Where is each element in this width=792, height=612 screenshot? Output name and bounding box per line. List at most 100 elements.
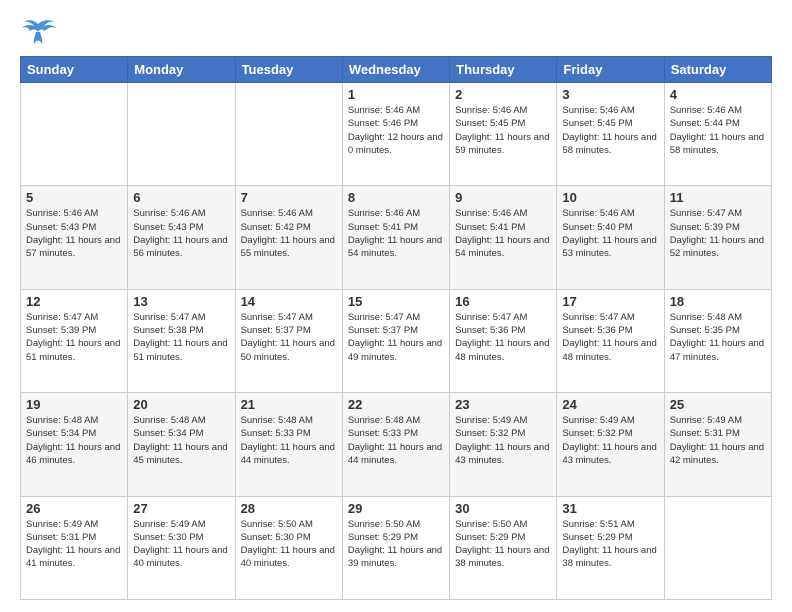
day-info: Sunrise: 5:49 AM Sunset: 5:32 PM Dayligh…	[455, 414, 551, 467]
day-number: 7	[241, 190, 337, 205]
day-number: 23	[455, 397, 551, 412]
day-number: 2	[455, 87, 551, 102]
calendar-week-3: 19 Sunrise: 5:48 AM Sunset: 5:34 PM Dayli…	[21, 393, 772, 496]
day-info: Sunrise: 5:49 AM Sunset: 5:31 PM Dayligh…	[670, 414, 766, 467]
day-info: Sunrise: 5:50 AM Sunset: 5:29 PM Dayligh…	[455, 518, 551, 571]
day-info: Sunrise: 5:48 AM Sunset: 5:33 PM Dayligh…	[348, 414, 444, 467]
day-number: 6	[133, 190, 229, 205]
day-info: Sunrise: 5:48 AM Sunset: 5:34 PM Dayligh…	[133, 414, 229, 467]
calendar-week-1: 5Sunrise: 5:46 AM Sunset: 5:43 PM Daylig…	[21, 186, 772, 289]
day-info: Sunrise: 5:46 AM Sunset: 5:46 PM Dayligh…	[348, 104, 444, 157]
day-number: 9	[455, 190, 551, 205]
calendar-cell: 1 Sunrise: 5:46 AM Sunset: 5:46 PM Daylig…	[342, 83, 449, 186]
calendar-cell: 5Sunrise: 5:46 AM Sunset: 5:43 PM Daylig…	[21, 186, 128, 289]
day-info: Sunrise: 5:48 AM Sunset: 5:33 PM Dayligh…	[241, 414, 337, 467]
day-number: 30	[455, 501, 551, 516]
day-info: Sunrise: 5:47 AM Sunset: 5:38 PM Dayligh…	[133, 311, 229, 364]
calendar-cell	[235, 83, 342, 186]
day-info: Sunrise: 5:47 AM Sunset: 5:39 PM Dayligh…	[670, 207, 766, 260]
day-info: Sunrise: 5:46 AM Sunset: 5:41 PM Dayligh…	[348, 207, 444, 260]
calendar-cell: 28Sunrise: 5:50 AM Sunset: 5:30 PM Dayli…	[235, 496, 342, 599]
calendar-cell: 4 Sunrise: 5:46 AM Sunset: 5:44 PM Daylig…	[664, 83, 771, 186]
day-info: Sunrise: 5:46 AM Sunset: 5:42 PM Dayligh…	[241, 207, 337, 260]
day-number: 14	[241, 294, 337, 309]
calendar-cell: 3Sunrise: 5:46 AM Sunset: 5:45 PM Daylig…	[557, 83, 664, 186]
day-info: Sunrise: 5:46 AM Sunset: 5:45 PM Dayligh…	[455, 104, 551, 157]
day-info: Sunrise: 5:47 AM Sunset: 5:39 PM Dayligh…	[26, 311, 122, 364]
day-number: 27	[133, 501, 229, 516]
day-info: Sunrise: 5:46 AM Sunset: 5:41 PM Dayligh…	[455, 207, 551, 260]
day-number: 31	[562, 501, 658, 516]
day-info: Sunrise: 5:47 AM Sunset: 5:36 PM Dayligh…	[455, 311, 551, 364]
day-number: 28	[241, 501, 337, 516]
calendar-cell: 29Sunrise: 5:50 AM Sunset: 5:29 PM Dayli…	[342, 496, 449, 599]
day-number: 1	[348, 87, 444, 102]
weekday-header-thursday: Thursday	[450, 57, 557, 83]
calendar-page: SundayMondayTuesdayWednesdayThursdayFrid…	[0, 0, 792, 612]
day-number: 25	[670, 397, 766, 412]
calendar-cell	[664, 496, 771, 599]
day-number: 24	[562, 397, 658, 412]
weekday-header-sunday: Sunday	[21, 57, 128, 83]
day-info: Sunrise: 5:49 AM Sunset: 5:32 PM Dayligh…	[562, 414, 658, 467]
day-info: Sunrise: 5:49 AM Sunset: 5:30 PM Dayligh…	[133, 518, 229, 571]
day-number: 4	[670, 87, 766, 102]
calendar-table: SundayMondayTuesdayWednesdayThursdayFrid…	[20, 56, 772, 600]
calendar-cell: 6Sunrise: 5:46 AM Sunset: 5:43 PM Daylig…	[128, 186, 235, 289]
day-number: 19	[26, 397, 122, 412]
calendar-cell: 7 Sunrise: 5:46 AM Sunset: 5:42 PM Daylig…	[235, 186, 342, 289]
calendar-week-0: 1 Sunrise: 5:46 AM Sunset: 5:46 PM Daylig…	[21, 83, 772, 186]
calendar-week-2: 12 Sunrise: 5:47 AM Sunset: 5:39 PM Dayli…	[21, 289, 772, 392]
day-number: 5	[26, 190, 122, 205]
weekday-header-tuesday: Tuesday	[235, 57, 342, 83]
calendar-cell: 2 Sunrise: 5:46 AM Sunset: 5:45 PM Daylig…	[450, 83, 557, 186]
calendar-cell: 30 Sunrise: 5:50 AM Sunset: 5:29 PM Dayli…	[450, 496, 557, 599]
day-number: 20	[133, 397, 229, 412]
calendar-cell: 19 Sunrise: 5:48 AM Sunset: 5:34 PM Dayli…	[21, 393, 128, 496]
calendar-cell: 31Sunrise: 5:51 AM Sunset: 5:29 PM Dayli…	[557, 496, 664, 599]
calendar-cell: 18 Sunrise: 5:48 AM Sunset: 5:35 PM Dayli…	[664, 289, 771, 392]
calendar-cell	[128, 83, 235, 186]
calendar-cell: 22Sunrise: 5:48 AM Sunset: 5:33 PM Dayli…	[342, 393, 449, 496]
day-info: Sunrise: 5:48 AM Sunset: 5:35 PM Dayligh…	[670, 311, 766, 364]
calendar-cell: 13 Sunrise: 5:47 AM Sunset: 5:38 PM Dayli…	[128, 289, 235, 392]
day-number: 18	[670, 294, 766, 309]
day-number: 17	[562, 294, 658, 309]
day-number: 11	[670, 190, 766, 205]
calendar-cell: 16 Sunrise: 5:47 AM Sunset: 5:36 PM Dayli…	[450, 289, 557, 392]
header	[20, 16, 772, 46]
calendar-cell: 11 Sunrise: 5:47 AM Sunset: 5:39 PM Dayli…	[664, 186, 771, 289]
calendar-cell: 14Sunrise: 5:47 AM Sunset: 5:37 PM Dayli…	[235, 289, 342, 392]
weekday-header-friday: Friday	[557, 57, 664, 83]
calendar-cell: 21Sunrise: 5:48 AM Sunset: 5:33 PM Dayli…	[235, 393, 342, 496]
calendar-cell	[21, 83, 128, 186]
day-info: Sunrise: 5:46 AM Sunset: 5:40 PM Dayligh…	[562, 207, 658, 260]
day-info: Sunrise: 5:47 AM Sunset: 5:37 PM Dayligh…	[348, 311, 444, 364]
calendar-week-4: 26 Sunrise: 5:49 AM Sunset: 5:31 PM Dayli…	[21, 496, 772, 599]
calendar-cell: 23 Sunrise: 5:49 AM Sunset: 5:32 PM Dayli…	[450, 393, 557, 496]
day-number: 16	[455, 294, 551, 309]
day-number: 26	[26, 501, 122, 516]
calendar-cell: 27 Sunrise: 5:49 AM Sunset: 5:30 PM Dayli…	[128, 496, 235, 599]
calendar-cell: 26 Sunrise: 5:49 AM Sunset: 5:31 PM Dayli…	[21, 496, 128, 599]
day-number: 13	[133, 294, 229, 309]
day-number: 15	[348, 294, 444, 309]
calendar-cell: 12 Sunrise: 5:47 AM Sunset: 5:39 PM Dayli…	[21, 289, 128, 392]
day-number: 3	[562, 87, 658, 102]
logo	[20, 16, 60, 46]
weekday-header-monday: Monday	[128, 57, 235, 83]
day-info: Sunrise: 5:46 AM Sunset: 5:44 PM Dayligh…	[670, 104, 766, 157]
day-info: Sunrise: 5:48 AM Sunset: 5:34 PM Dayligh…	[26, 414, 122, 467]
day-info: Sunrise: 5:50 AM Sunset: 5:29 PM Dayligh…	[348, 518, 444, 571]
weekday-header-row: SundayMondayTuesdayWednesdayThursdayFrid…	[21, 57, 772, 83]
day-number: 8	[348, 190, 444, 205]
logo-icon	[20, 16, 56, 46]
calendar-cell: 20 Sunrise: 5:48 AM Sunset: 5:34 PM Dayli…	[128, 393, 235, 496]
calendar-cell: 15 Sunrise: 5:47 AM Sunset: 5:37 PM Dayli…	[342, 289, 449, 392]
day-info: Sunrise: 5:49 AM Sunset: 5:31 PM Dayligh…	[26, 518, 122, 571]
calendar-cell: 25 Sunrise: 5:49 AM Sunset: 5:31 PM Dayli…	[664, 393, 771, 496]
calendar-cell: 9 Sunrise: 5:46 AM Sunset: 5:41 PM Daylig…	[450, 186, 557, 289]
calendar-cell: 10Sunrise: 5:46 AM Sunset: 5:40 PM Dayli…	[557, 186, 664, 289]
day-info: Sunrise: 5:47 AM Sunset: 5:36 PM Dayligh…	[562, 311, 658, 364]
day-number: 12	[26, 294, 122, 309]
